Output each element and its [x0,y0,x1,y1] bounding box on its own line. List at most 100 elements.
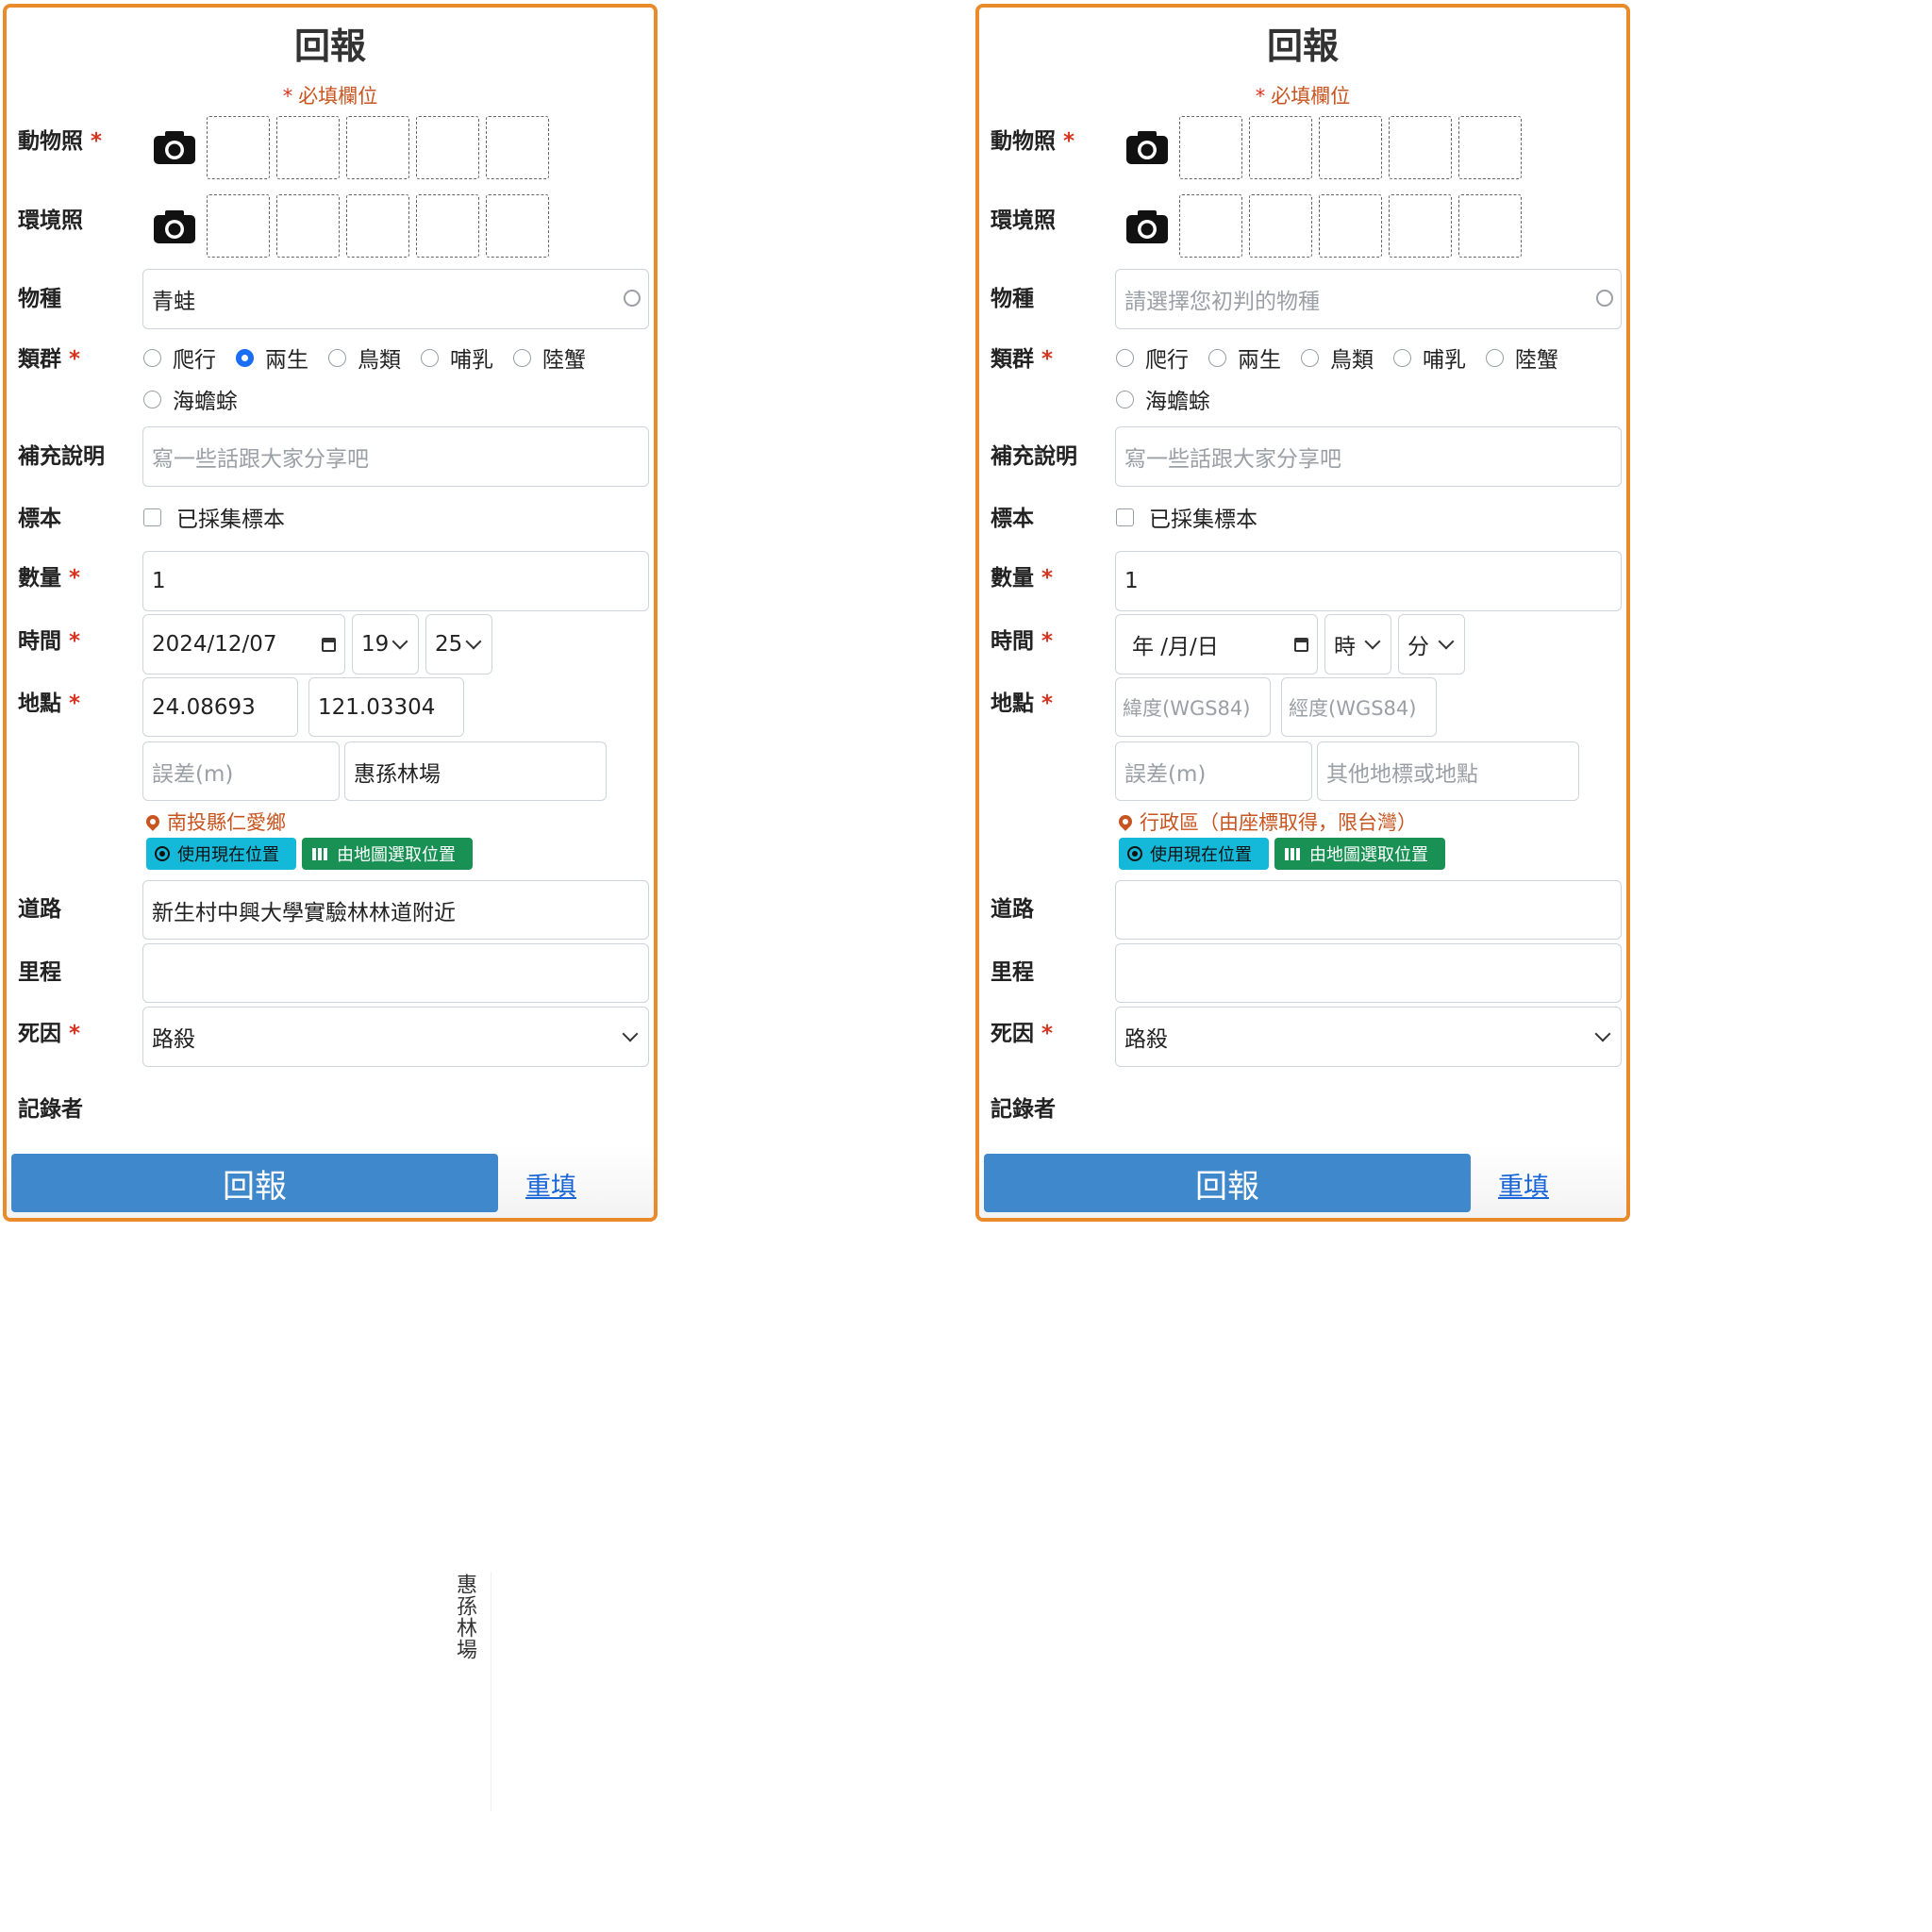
photo-slot[interactable] [207,194,270,258]
notes-label: 補充說明 [18,444,105,469]
group-option-reptile[interactable]: 爬行 [143,341,216,374]
required-note: * 必填欄位 [979,81,1626,109]
group-option-amphibian[interactable]: 兩生 [236,341,308,374]
notes-input[interactable]: 寫一些話跟大家分享吧 [1115,426,1622,487]
photo-slot[interactable] [1458,116,1522,179]
species-input[interactable]: 請選擇您初判的物種 [1115,269,1622,329]
landmark-input[interactable]: 其他地標或地點 [1317,741,1579,801]
landmark-input[interactable]: 惠孫林場 [344,741,607,801]
camera-icon[interactable] [1124,128,1170,166]
photo-slot[interactable] [276,116,340,179]
radio-button[interactable] [1116,348,1134,367]
species-input[interactable]: 青蛙 [142,269,649,329]
longitude-input[interactable]: 121.03304 [308,677,464,737]
mileage-label: 里程 [18,960,61,985]
radio-button[interactable] [328,348,346,367]
photo-slot[interactable] [486,116,549,179]
photo-slot[interactable] [1249,194,1312,258]
count-input[interactable]: 1 [1115,551,1622,611]
cause-label: 死因 * [991,1015,1053,1047]
radio-button[interactable] [1208,348,1226,367]
count-input[interactable]: 1 [142,551,649,611]
photo-slot[interactable] [416,194,479,258]
notes-input[interactable]: 寫一些話跟大家分享吧 [142,426,649,487]
calendar-icon[interactable] [322,637,336,652]
photo-slot[interactable] [1319,194,1382,258]
radio-button[interactable] [1486,348,1504,367]
date-input[interactable]: 年 /月/日 [1115,614,1318,675]
specimen-checkbox-row[interactable]: 已採集標本 [1116,501,1257,533]
photo-slot[interactable] [1179,116,1242,179]
photo-slot[interactable] [1389,116,1452,179]
camera-icon[interactable] [152,128,197,166]
radio-button[interactable] [513,348,531,367]
road-input[interactable] [1115,880,1622,940]
radio-button-selected[interactable] [236,348,254,367]
pick-from-map-button[interactable]: 由地圖選取位置 [1274,838,1445,870]
latitude-input[interactable]: 緯度(WGS84) [1115,677,1271,737]
latitude-input[interactable]: 24.08693 [142,677,298,737]
specimen-checkbox[interactable] [143,508,161,526]
radio-button[interactable] [143,348,161,367]
cause-label-text: 死因 [991,1022,1034,1046]
minute-select[interactable]: 分 [1398,614,1465,675]
photo-slot[interactable] [1389,194,1452,258]
photo-slot[interactable] [486,194,549,258]
longitude-input[interactable]: 經度(WGS84) [1281,677,1437,737]
photo-slot[interactable] [346,194,409,258]
minute-select[interactable]: 25 [425,614,492,675]
radio-button[interactable] [1393,348,1411,367]
photo-slot[interactable] [1179,194,1242,258]
reset-link[interactable]: 重填 [525,1166,576,1203]
group-option-cane-toad[interactable]: 海蟾蜍 [143,383,238,415]
date-input[interactable]: 2024/12/07 [142,614,345,675]
photo-slot[interactable] [346,116,409,179]
count-label: 數量 * [991,559,1053,591]
required-star: * [69,1022,81,1046]
group-option-mammal[interactable]: 哺乳 [1393,341,1466,374]
photo-slot[interactable] [1249,116,1312,179]
photo-slot[interactable] [207,116,270,179]
hour-select[interactable]: 19 [352,614,419,675]
error-input[interactable]: 誤差(m) [1115,741,1312,801]
species-placeholder: 請選擇您初判的物種 [1124,290,1320,314]
time-label: 時間 * [18,623,80,655]
group-option-cane-toad[interactable]: 海蟾蜍 [1116,383,1210,415]
cause-select[interactable]: 路殺 [142,1007,649,1067]
use-current-location-button[interactable]: 使用現在位置 [1119,838,1269,870]
group-option-bird[interactable]: 鳥類 [1301,341,1374,374]
submit-button[interactable]: 回報 [984,1154,1471,1212]
notes-label: 補充說明 [991,444,1077,469]
error-input[interactable]: 誤差(m) [142,741,340,801]
use-current-location-button[interactable]: 使用現在位置 [146,838,296,870]
photo-slot[interactable] [1458,194,1522,258]
road-label: 道路 [18,897,61,922]
photo-slot[interactable] [276,194,340,258]
radio-button[interactable] [1116,390,1134,408]
hour-select[interactable]: 時 [1324,614,1391,675]
photo-slot[interactable] [416,116,479,179]
required-note: * 必填欄位 [7,81,654,109]
group-option-bird[interactable]: 鳥類 [328,341,401,374]
specimen-checkbox-row[interactable]: 已採集標本 [143,501,285,533]
road-input[interactable]: 新生村中興大學實驗林林道附近 [142,880,649,940]
submit-button[interactable]: 回報 [11,1154,498,1212]
photo-slot[interactable] [1319,116,1382,179]
group-option-crab[interactable]: 陸蟹 [1486,341,1558,374]
group-option-amphibian[interactable]: 兩生 [1208,341,1281,374]
group-option-reptile[interactable]: 爬行 [1116,341,1189,374]
pick-from-map-button[interactable]: 由地圖選取位置 [302,838,473,870]
calendar-icon[interactable] [1294,637,1308,652]
group-option-crab[interactable]: 陸蟹 [513,341,586,374]
group-option-mammal[interactable]: 哺乳 [421,341,493,374]
radio-button[interactable] [421,348,439,367]
radio-button[interactable] [143,390,161,408]
cause-select[interactable]: 路殺 [1115,1007,1622,1067]
specimen-checkbox[interactable] [1116,508,1134,526]
mileage-input[interactable] [142,943,649,1003]
radio-button[interactable] [1301,348,1319,367]
camera-icon[interactable] [152,208,197,245]
reset-link[interactable]: 重填 [1498,1166,1549,1203]
camera-icon[interactable] [1124,208,1170,245]
mileage-input[interactable] [1115,943,1622,1003]
